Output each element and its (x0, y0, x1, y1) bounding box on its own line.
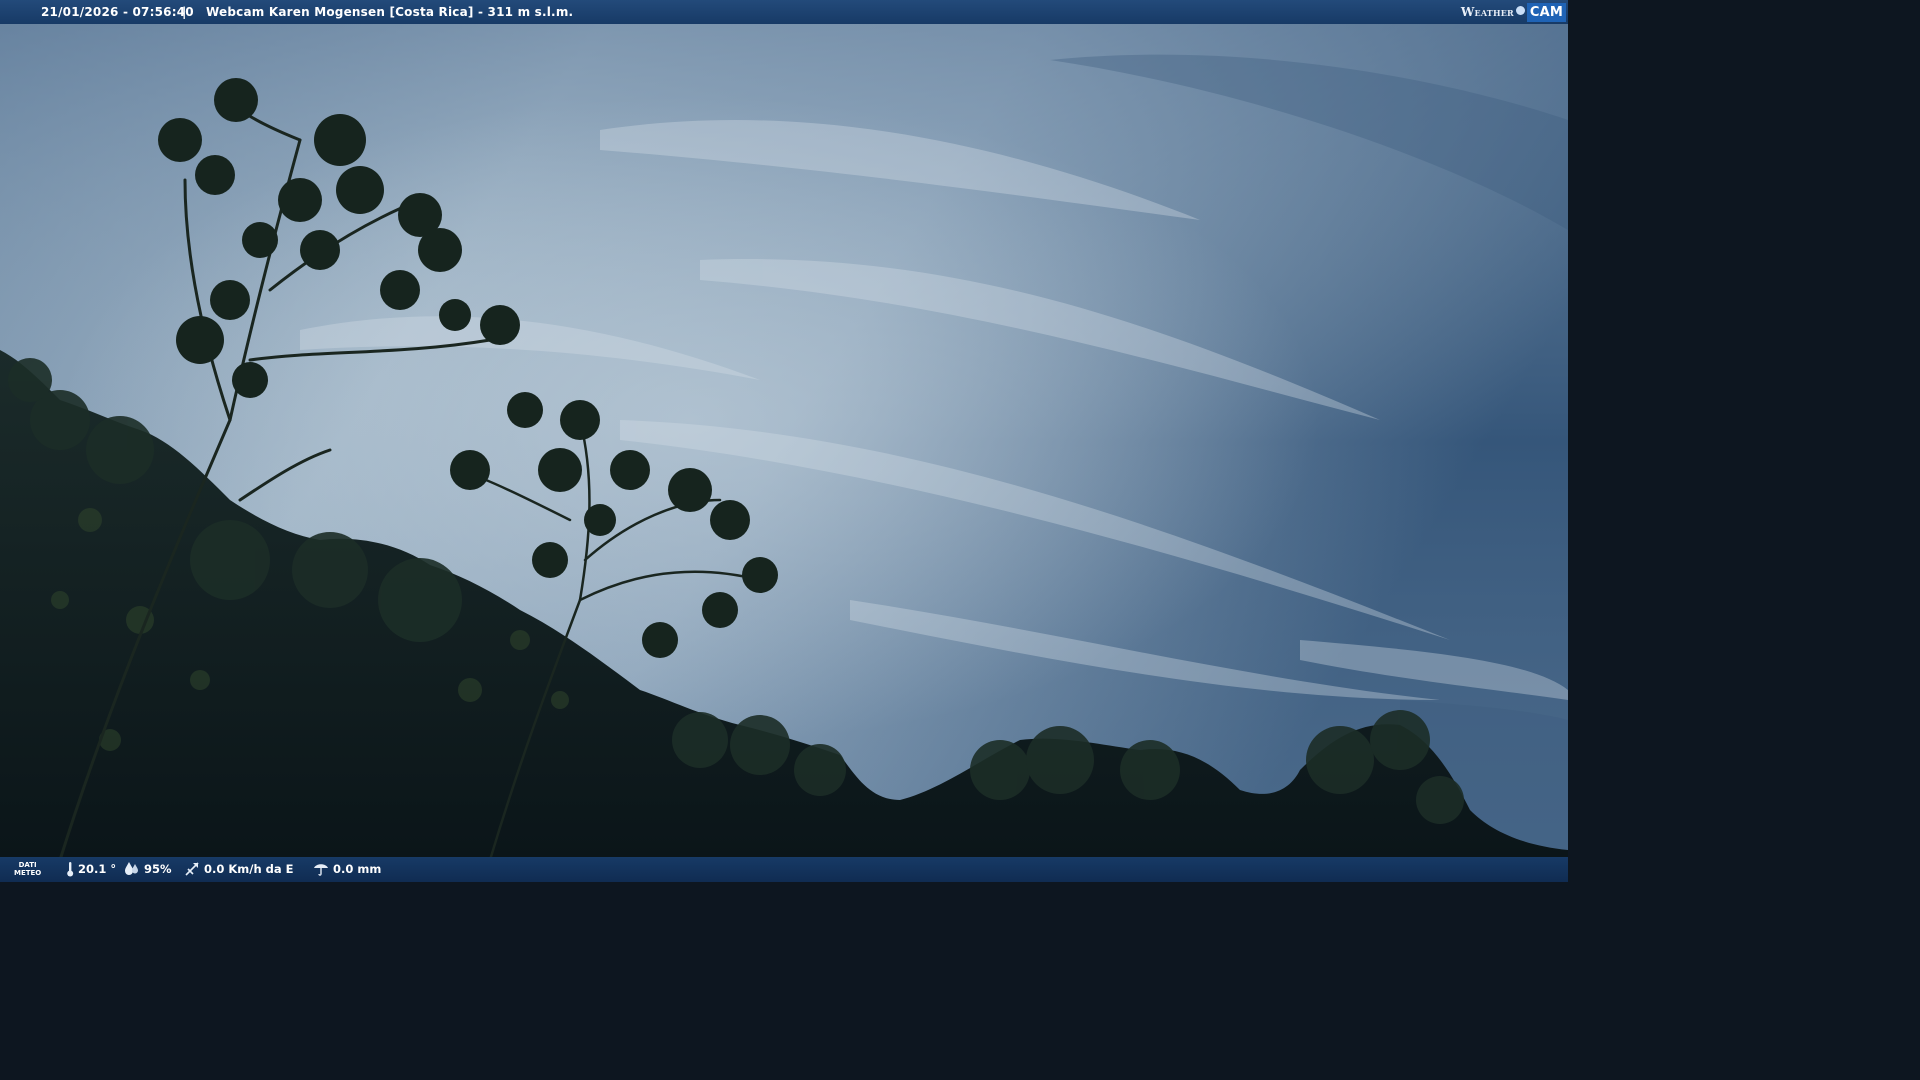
rain-gauge-icon (314, 864, 328, 876)
webcam-title: Webcam Karen Mogensen [Costa Rica] - 311… (206, 5, 574, 19)
thermometer-icon (67, 862, 74, 877)
dati-label: DATI (18, 861, 37, 869)
humidity-value: 95% (144, 861, 172, 876)
webcam-header-bar: 21/01/2026 - 07:56:40 | Webcam Karen Mog… (0, 0, 1568, 24)
capture-datetime: 21/01/2026 - 07:56:40 (41, 5, 194, 19)
rain-value: 0.0 mm (333, 861, 382, 876)
humidity-reading: 95% (124, 861, 172, 876)
rain-reading: 0.0 mm (313, 861, 381, 876)
logo-cam-text: CAM (1526, 2, 1566, 22)
webcam-image (0, 0, 1568, 882)
weather-data-bar: DATI METEO 20.1 ° 95% 0.0 Km/h da E 0.0 … (0, 857, 1568, 882)
header-separator: | (182, 5, 187, 19)
humidity-drop-icon (125, 862, 138, 875)
logo-weather-text: Weather (1460, 5, 1514, 19)
meteo-label: METEO (14, 869, 42, 877)
logo-dot-icon (1515, 5, 1525, 15)
wind-value: 0.0 Km/h da E (204, 862, 294, 876)
temperature-reading: 20.1 ° (66, 861, 116, 877)
dati-meteo-label: DATI METEO (14, 861, 41, 877)
weathercam-logo: Weather CAM (1461, 0, 1566, 24)
temperature-value: 20.1 ° (78, 862, 117, 876)
wind-reading: 0.0 Km/h da E (184, 861, 294, 877)
wind-vane-icon (185, 862, 199, 876)
